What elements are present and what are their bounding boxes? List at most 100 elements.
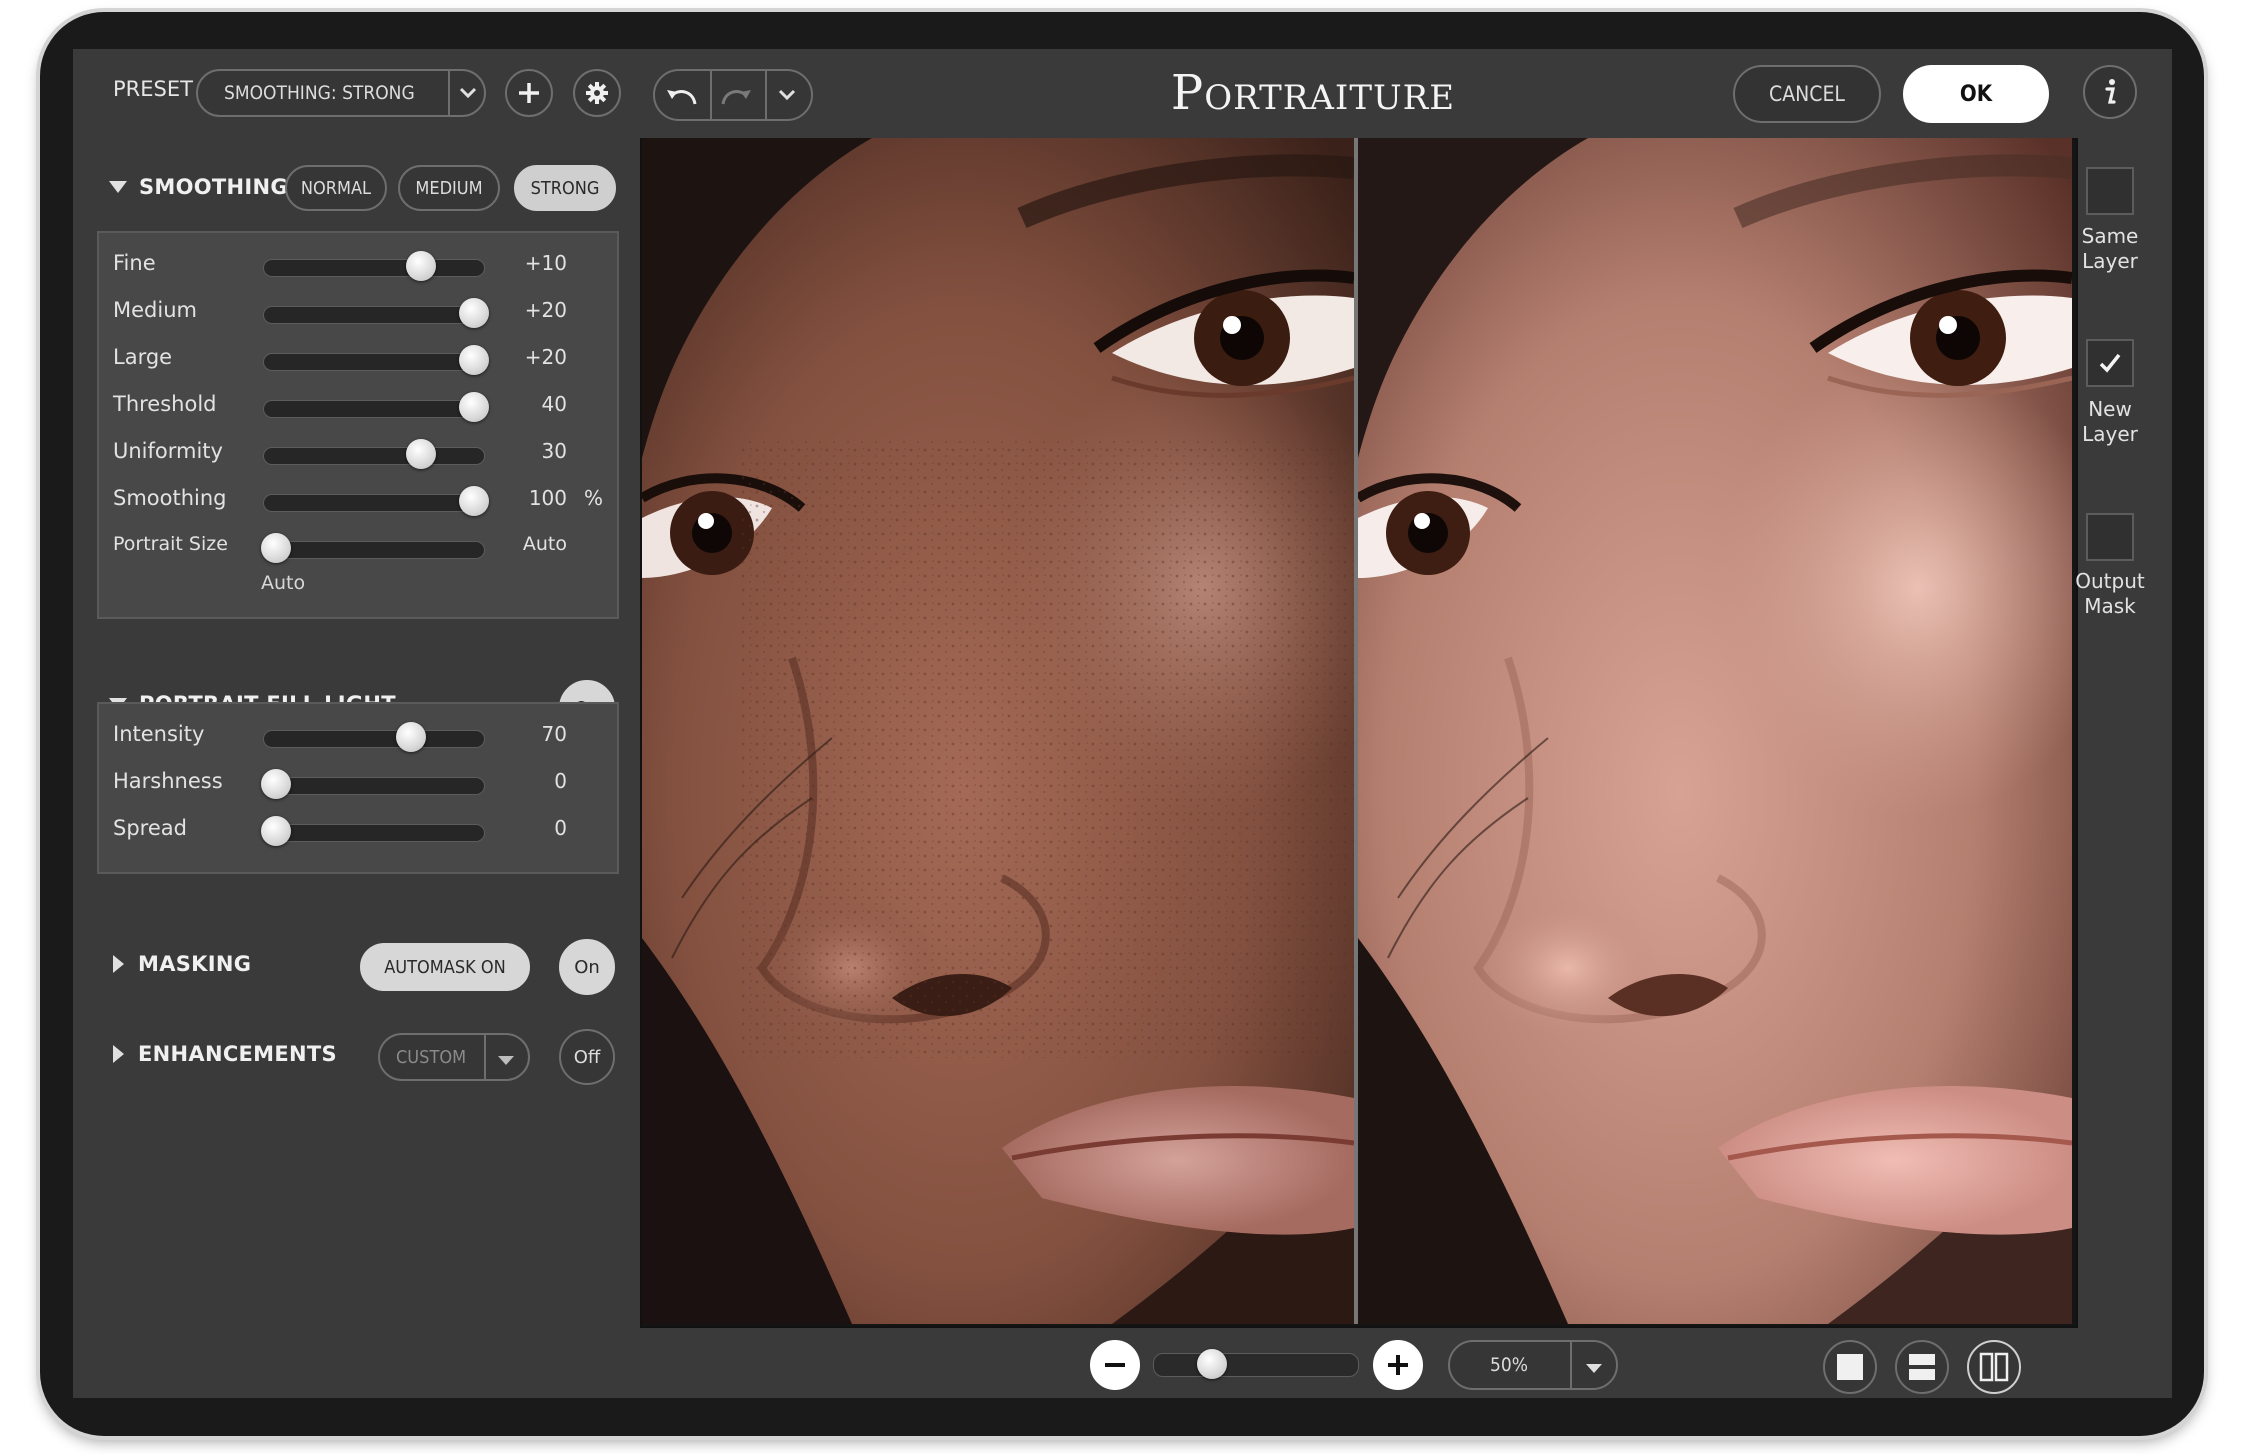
view-split-vertical-button[interactable]: [1967, 1340, 2021, 1394]
intensity-slider[interactable]: [263, 722, 485, 752]
smoothing-section-header[interactable]: SMOOTHING: [109, 175, 288, 199]
slider-knob[interactable]: [261, 769, 291, 799]
minus-icon: [1105, 1363, 1125, 1367]
preset-divider: [448, 71, 450, 115]
slider-row: Harshness 0: [99, 761, 617, 805]
checkmark-icon: [2099, 353, 2121, 373]
slider-label: Fine: [113, 251, 156, 275]
enhancements-section-header[interactable]: ENHANCEMENTS: [113, 1042, 337, 1066]
slider-knob[interactable]: [459, 392, 489, 422]
enhancements-toggle[interactable]: Off: [559, 1029, 615, 1085]
slider-value: +20: [524, 298, 567, 322]
slider-knob[interactable]: [261, 816, 291, 846]
slider-knob[interactable]: [459, 486, 489, 516]
redo-icon[interactable]: [715, 80, 755, 117]
preset-select[interactable]: SMOOTHING: STRONG: [196, 69, 486, 117]
undo-icon[interactable]: [663, 80, 703, 117]
portrait-size-slider[interactable]: [261, 533, 485, 563]
slider-knob[interactable]: [405, 251, 436, 281]
zoom-slider-knob[interactable]: [1196, 1349, 1227, 1379]
same-layer-checkbox[interactable]: [2086, 167, 2134, 215]
mode-normal-button[interactable]: NORMAL: [285, 165, 387, 211]
masking-section-header[interactable]: MASKING: [113, 952, 251, 976]
slider-value: 0: [554, 816, 567, 840]
slider-knob[interactable]: [395, 722, 426, 752]
output-mask-checkbox[interactable]: [2086, 513, 2134, 561]
zoom-value: 50%: [1490, 1354, 1528, 1376]
medium-slider[interactable]: [263, 298, 489, 328]
slider-value: 30: [541, 439, 567, 463]
slider-label: Portrait Size: [113, 533, 228, 555]
caret-down-icon[interactable]: [1584, 1359, 1604, 1380]
zoom-in-button[interactable]: [1373, 1340, 1423, 1390]
expand-triangle-icon: [113, 955, 124, 973]
zoom-select[interactable]: 50%: [1448, 1340, 1618, 1390]
plus-icon: [1388, 1355, 1408, 1375]
split-vertical-icon: [1979, 1352, 2009, 1382]
slider-knob[interactable]: [459, 298, 489, 328]
new-layer-checkbox[interactable]: [2086, 339, 2134, 387]
portrait-size-sublabel: Auto: [261, 572, 306, 594]
info-icon: [2105, 79, 2116, 104]
caret-down-icon[interactable]: [496, 1051, 516, 1072]
chevron-down-icon[interactable]: [456, 81, 480, 110]
zoom-out-button[interactable]: [1090, 1340, 1140, 1390]
history-group: [653, 69, 813, 121]
threshold-slider[interactable]: [263, 392, 489, 422]
add-preset-button[interactable]: [505, 69, 553, 117]
slider-row: Large +20: [99, 337, 617, 381]
plus-icon: [519, 83, 539, 103]
slider-knob[interactable]: [459, 345, 489, 375]
expand-triangle-icon: [113, 1045, 124, 1063]
automask-button[interactable]: AUTOMASK ON: [360, 943, 530, 991]
slider-label: Large: [113, 345, 173, 369]
uniformity-slider[interactable]: [263, 439, 485, 469]
same-layer-label: Same Layer: [2081, 224, 2139, 273]
large-slider[interactable]: [263, 345, 489, 375]
slider-value: +10: [524, 251, 567, 275]
slider-row: Smoothing 100 %: [99, 478, 617, 522]
gear-icon: [586, 82, 608, 104]
history-divider-2: [765, 71, 767, 119]
single-view-icon: [1837, 1354, 1863, 1380]
view-split-horizontal-button[interactable]: [1895, 1340, 1949, 1394]
before-preview-image[interactable]: [642, 138, 1354, 1324]
slider-value: 40: [541, 392, 567, 416]
slider-row: Threshold 40: [99, 384, 617, 428]
spread-slider[interactable]: [261, 816, 485, 846]
info-button[interactable]: [2083, 65, 2137, 119]
slider-label: Harshness: [113, 769, 223, 793]
new-layer-label: New Layer: [2082, 397, 2138, 446]
settings-button[interactable]: [573, 69, 621, 117]
mode-strong-button[interactable]: STRONG: [514, 165, 616, 211]
select-divider: [484, 1035, 486, 1079]
masking-toggle[interactable]: On: [559, 939, 615, 995]
slider-knob[interactable]: [261, 533, 291, 563]
history-chevron-down-icon[interactable]: [775, 83, 799, 112]
history-divider-1: [710, 71, 712, 119]
mode-medium-button[interactable]: MEDIUM: [398, 165, 500, 211]
slider-label: Medium: [113, 298, 197, 322]
enhancements-title: ENHANCEMENTS: [138, 1042, 337, 1066]
view-single-button[interactable]: [1823, 1340, 1877, 1394]
zoom-select-divider: [1570, 1342, 1572, 1388]
fill-light-panel: Intensity 70 Harshness 0 Spread 0: [97, 702, 619, 874]
slider-label: Smoothing: [113, 486, 227, 510]
after-preview-image[interactable]: [1358, 138, 2072, 1324]
preset-label: PRESET: [113, 77, 193, 101]
fine-slider[interactable]: [263, 251, 485, 281]
slider-knob[interactable]: [405, 439, 436, 469]
slider-row: Uniformity 30: [99, 431, 617, 475]
output-mask-label: Output Mask: [2075, 569, 2145, 618]
cancel-button[interactable]: CANCEL: [1733, 65, 1881, 123]
slider-value: 100: [528, 486, 567, 510]
smoothing-panel: Fine +10 Medium +20 Large +20 Threshold …: [97, 231, 619, 619]
enhancements-select[interactable]: CUSTOM: [378, 1033, 530, 1081]
smoothing-slider[interactable]: [263, 486, 489, 516]
slider-value: +20: [524, 345, 567, 369]
zoom-slider[interactable]: [1153, 1349, 1359, 1379]
enhancements-select-value: CUSTOM: [396, 1046, 467, 1068]
ok-button[interactable]: OK: [1903, 65, 2049, 123]
preset-select-value: SMOOTHING: STRONG: [224, 82, 415, 104]
harshness-slider[interactable]: [261, 769, 485, 799]
